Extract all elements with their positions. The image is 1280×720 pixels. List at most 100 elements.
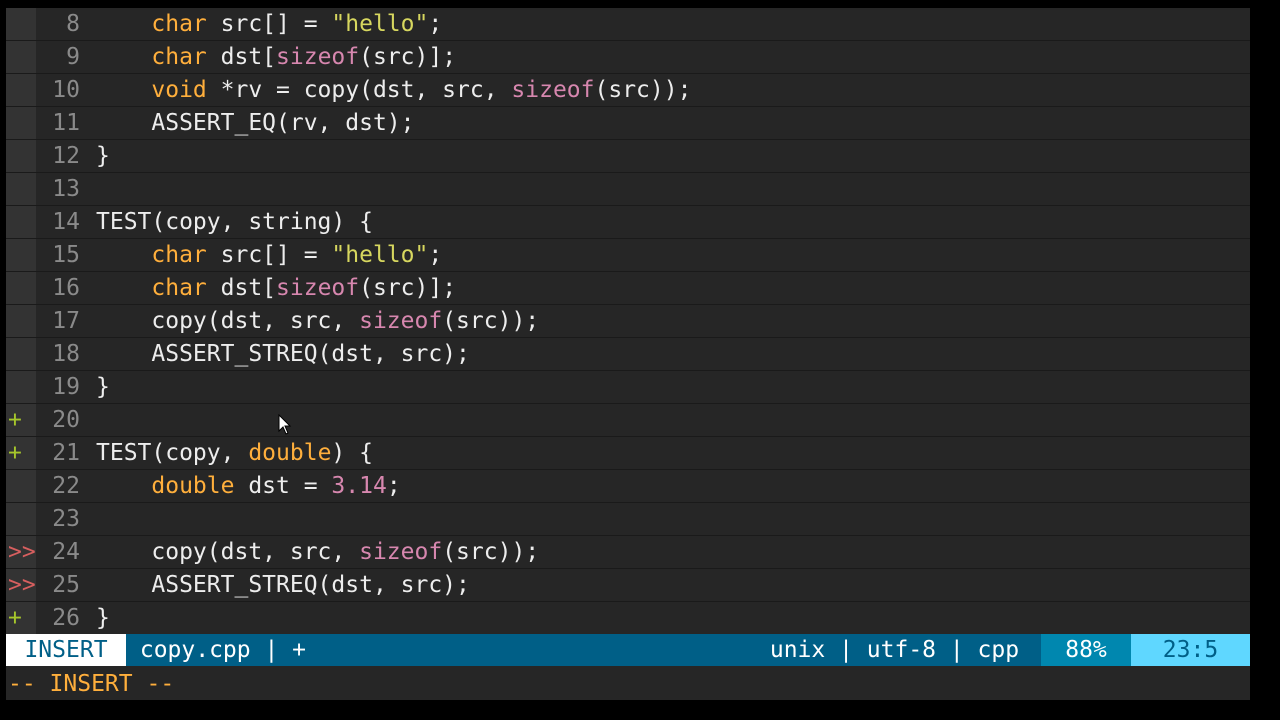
line-number: 26 [52,605,80,631]
code-token: ASSERT_EQ(rv, dst); [96,110,415,136]
code-token: char [151,11,207,37]
code-text[interactable]: copy(dst, src, sizeof(src)); [96,305,539,337]
line-number: 18 [52,341,80,367]
code-token: copy(dst, src, [96,308,360,334]
code-token: (src)); [442,539,540,565]
line-number: 20 [52,407,80,433]
code-token: TEST(copy, string) { [96,209,373,235]
code-line[interactable]: 23 [6,503,1250,536]
gutter-sign [6,305,36,337]
code-text[interactable]: copy(dst, src, sizeof(src)); [96,536,539,568]
code-line[interactable]: 14 TEST(copy, string) { [6,206,1250,239]
gutter-sign: + [6,602,36,634]
code-text[interactable]: } [96,371,110,403]
code-line[interactable]: 22 double dst = 3.14; [6,470,1250,503]
gutter-sign [6,74,36,106]
line-number: 24 [52,539,80,565]
gutter-sign [6,503,36,535]
scroll-percent: 88% [1041,634,1131,666]
code-token: src[] = [206,11,332,37]
code-token: dst[ [206,44,277,70]
code-line[interactable]: 9 char dst[sizeof(src)]; [6,41,1250,74]
line-number: 15 [52,242,80,268]
code-line[interactable]: 10 void *rv = copy(dst, src, sizeof(src)… [6,74,1250,107]
code-token: ; [428,242,443,268]
code-token: (src)]; [359,44,457,70]
code-token: (src)); [442,308,540,334]
code-line[interactable]: 12} [6,140,1250,173]
code-line[interactable]: 11 ASSERT_EQ(rv, dst); [6,107,1250,140]
code-text[interactable]: ASSERT_STREQ(dst, src); [96,338,470,370]
code-text[interactable]: double dst = 3.14; [96,470,400,502]
code-line[interactable]: 16 char dst[sizeof(src)]; [6,272,1250,305]
code-text[interactable]: TEST(copy, string) { [96,206,373,238]
code-token: ; [428,11,443,37]
code-token: "hello" [331,242,429,268]
gutter-sign: + [6,404,36,436]
code-token: char [151,242,207,268]
code-line[interactable]: 18 ASSERT_STREQ(dst, src); [6,338,1250,371]
line-number: 21 [52,440,80,466]
code-text[interactable]: } [96,602,110,634]
code-token: sizeof [276,275,360,301]
line-number: 13 [52,176,80,202]
code-token: sizeof [511,77,595,103]
code-token: sizeof [359,308,443,334]
file-format-info: unix | utf-8 | cpp [756,637,1020,663]
code-token: char [151,44,207,70]
code-text[interactable]: } [96,140,110,172]
code-editor[interactable]: 8 char src[] = "hello"; 9 char dst[sizeof… [6,8,1250,634]
code-text[interactable]: TEST(copy, double) { [96,437,373,469]
code-token: copy(dst, src, [96,539,360,565]
code-token: *rv = copy(dst, src, [206,77,512,103]
line-number: 11 [52,110,80,136]
code-line[interactable]: >> 25 ASSERT_STREQ(dst, src); [6,569,1250,602]
code-token: sizeof [359,539,443,565]
code-token: } [96,374,110,400]
code-text[interactable]: char dst[sizeof(src)]; [96,41,456,73]
code-line[interactable]: +21 TEST(copy, double) { [6,437,1250,470]
code-line[interactable]: 8 char src[] = "hello"; [6,8,1250,41]
vim-window[interactable]: 8 char src[] = "hello"; 9 char dst[sizeof… [6,8,1250,700]
code-line[interactable]: 15 char src[] = "hello"; [6,239,1250,272]
code-line[interactable]: +26} [6,602,1250,634]
gutter-sign [6,371,36,403]
code-line[interactable]: >> 24 copy(dst, src, sizeof(src)); [6,536,1250,569]
code-line[interactable]: 17 copy(dst, src, sizeof(src)); [6,305,1250,338]
code-token: ASSERT_STREQ(dst, src); [96,572,470,598]
filename: copy.cpp | + [126,634,336,666]
line-number: 22 [52,473,80,499]
code-token: double [248,440,332,466]
code-text[interactable]: char src[] = "hello"; [96,8,442,40]
mode-indicator: INSERT [6,634,126,666]
code-token: 3.14 [331,473,387,499]
code-text[interactable]: ASSERT_STREQ(dst, src); [96,569,470,601]
code-token: ) { [331,440,373,466]
code-line[interactable]: 13 [6,173,1250,206]
code-text[interactable]: char dst[sizeof(src)]; [96,272,456,304]
code-line[interactable]: 19} [6,371,1250,404]
gutter-sign: + [6,437,36,469]
code-token: double [151,473,235,499]
code-text[interactable]: ASSERT_EQ(rv, dst); [96,107,415,139]
code-text[interactable]: void *rv = copy(dst, src, sizeof(src)); [96,74,691,106]
gutter-sign [6,140,36,172]
gutter-sign [6,239,36,271]
code-text[interactable]: char src[] = "hello"; [96,239,442,271]
code-line[interactable]: +20 [6,404,1250,437]
code-token: (src)); [594,77,692,103]
code-token: sizeof [276,44,360,70]
gutter-sign [6,107,36,139]
command-line[interactable]: -- INSERT -- [6,668,1250,700]
code-token: src[] = [206,242,332,268]
code-token: dst = [234,473,332,499]
gutter-sign [6,41,36,73]
line-number: 12 [52,143,80,169]
line-number: 16 [52,275,80,301]
line-number: 25 [52,572,80,598]
